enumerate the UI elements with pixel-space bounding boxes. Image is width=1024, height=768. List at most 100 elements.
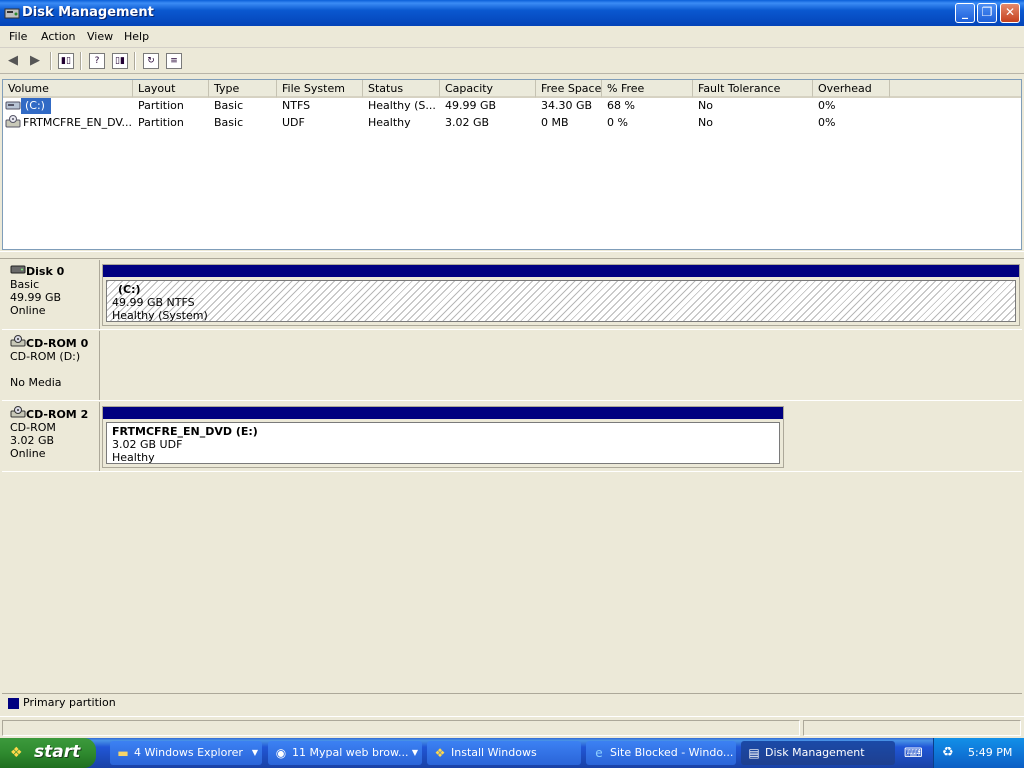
disk-status: Online <box>10 304 46 317</box>
volume-title: (C:) <box>118 283 141 296</box>
disk-name: CD-ROM 2 <box>26 408 89 421</box>
column-header-free-space[interactable]: Free Space <box>536 80 602 98</box>
taskbar-button-mypal[interactable]: ◉ 11 Mypal web brow... ▼ <box>268 741 422 765</box>
menu-help[interactable]: Help <box>124 30 149 43</box>
primary-partition-bar <box>103 265 1019 277</box>
file-system-cell: UDF <box>282 116 305 129</box>
fault-tolerance-cell: No <box>698 116 713 129</box>
restore-button[interactable]: ❐ <box>977 3 997 23</box>
status-pane <box>803 720 1021 736</box>
disk-status: No Media <box>10 376 62 389</box>
show-hide-action-pane-icon[interactable]: ▯▮ <box>112 53 128 69</box>
volume-c[interactable]: (C:) 49.99 GB NTFS Healthy (System) <box>102 264 1020 326</box>
menu-bar: File Action View Help <box>0 26 1024 48</box>
column-header-overhead[interactable]: Overhead <box>813 80 890 98</box>
cd-rom-icon <box>10 335 26 350</box>
clock[interactable]: 5:49 PM <box>968 746 1012 759</box>
status-cell: Healthy <box>368 116 411 129</box>
forward-arrow-icon[interactable]: ▶ <box>26 52 44 70</box>
keyboard-icon[interactable]: ⌨ <box>904 746 923 761</box>
disk-label[interactable]: Disk 0 Basic 49.99 GB Online <box>2 260 100 329</box>
layout-cell: Partition <box>138 116 184 129</box>
column-header-capacity[interactable]: Capacity <box>440 80 536 98</box>
taskbar-button-site-blocked[interactable]: e Site Blocked - Windo... <box>586 741 736 765</box>
task-label: Install Windows <box>451 746 537 759</box>
free-space-cell: 0 MB <box>541 116 569 129</box>
cd-rom-icon <box>10 406 26 421</box>
menu-file[interactable]: File <box>9 30 27 43</box>
group-arrow-icon: ▼ <box>411 748 418 757</box>
free-space-cell: 34.30 GB <box>541 99 593 112</box>
taskbar-button-windows-explorer[interactable]: ▬ 4 Windows Explorer ▼ <box>110 741 262 765</box>
toolbar-separator <box>50 52 52 70</box>
help-icon[interactable]: ≡ <box>166 53 182 69</box>
disk-size: 3.02 GB <box>10 434 55 447</box>
disk-label[interactable]: CD-ROM 2 CD-ROM 3.02 GB Online <box>2 402 100 471</box>
volume-status: Healthy (System) <box>112 309 208 322</box>
menu-view[interactable]: View <box>87 30 113 43</box>
volume-name: (C:) <box>21 98 51 114</box>
disk-type: Basic <box>10 278 40 291</box>
column-header-status[interactable]: Status <box>363 80 440 98</box>
title-bar[interactable]: Disk Management _ ❐ ✕ <box>0 0 1024 26</box>
overhead-cell: 0% <box>818 116 836 129</box>
disk-management-icon <box>4 5 20 21</box>
network-icon[interactable]: ♻ <box>942 745 954 760</box>
legend: Primary partition <box>2 693 1022 711</box>
disk-row-disk-0: Disk 0 Basic 49.99 GB Online (C:) 49.99 … <box>2 260 1022 330</box>
volume-details: (C:) 49.99 GB NTFS Healthy (System) <box>106 280 1016 322</box>
start-button[interactable]: ❖ start <box>0 738 96 768</box>
column-header-layout[interactable]: Layout <box>133 80 209 98</box>
minimize-button[interactable]: _ <box>955 3 975 23</box>
start-label: start <box>34 742 81 762</box>
taskbar: ❖ start ▬ 4 Windows Explorer ▼ ◉ 11 Mypa… <box>0 738 1024 768</box>
taskbar-button-disk-management[interactable]: ▤ Disk Management <box>741 741 895 765</box>
file-system-cell: NTFS <box>282 99 311 112</box>
disk-management-icon: ▤ <box>748 746 760 760</box>
overhead-cell: 0% <box>818 99 836 112</box>
percent-free-cell: 68 % <box>607 99 635 112</box>
column-header-fault-tolerance[interactable]: Fault Tolerance <box>693 80 813 98</box>
fault-tolerance-cell: No <box>698 99 713 112</box>
volume-details: FRTMCFRE_EN_DVD (E:) 3.02 GB UDF Healthy <box>106 422 780 464</box>
properties-icon[interactable]: ? <box>89 53 105 69</box>
primary-partition-bar <box>103 407 783 419</box>
refresh-icon[interactable]: ↻ <box>143 53 159 69</box>
column-header-file-system[interactable]: File System <box>277 80 363 98</box>
primary-partition-swatch <box>8 698 19 709</box>
type-cell: Basic <box>214 99 244 112</box>
close-button[interactable]: ✕ <box>1000 3 1020 23</box>
menu-action[interactable]: Action <box>41 30 75 43</box>
disk-row-cd-rom-0: CD-ROM 0 CD-ROM (D:) No Media <box>2 331 1022 401</box>
volume-e[interactable]: FRTMCFRE_EN_DVD (E:) 3.02 GB UDF Healthy <box>102 406 784 468</box>
volume-size: 3.02 GB UDF <box>112 438 183 451</box>
volume-status: Healthy <box>112 451 155 464</box>
percent-free-cell: 0 % <box>607 116 628 129</box>
system-tray: ♻ 5:49 PM <box>933 738 1024 768</box>
disk-type: CD-ROM <box>10 421 56 434</box>
disk-management-window: Disk Management _ ❐ ✕ File Action View H… <box>0 0 1024 738</box>
volume-name: FRTMCFRE_EN_DV... <box>23 116 131 129</box>
group-arrow-icon: ▼ <box>251 748 258 757</box>
windows-flag-icon: ❖ <box>10 745 23 761</box>
console-tree-icon[interactable]: ▮▯ <box>58 53 74 69</box>
pane-splitter[interactable] <box>0 251 1024 259</box>
task-label: Disk Management <box>765 746 865 759</box>
disk-label[interactable]: CD-ROM 0 CD-ROM (D:) No Media <box>2 331 100 400</box>
disk-row-cd-rom-2: CD-ROM 2 CD-ROM 3.02 GB Online FRTMCFRE_… <box>2 402 1022 472</box>
column-header-percent-free[interactable]: % Free <box>602 80 693 98</box>
task-label: 4 Windows Explorer <box>134 746 243 759</box>
column-header-volume[interactable]: Volume <box>3 80 133 98</box>
volume-list: Volume Layout Type File System Status Ca… <box>2 79 1022 250</box>
toolbar-separator <box>80 52 82 70</box>
legend-label: Primary partition <box>23 696 116 709</box>
browser-icon: ◉ <box>275 746 287 760</box>
disk-name: Disk 0 <box>26 265 65 278</box>
ie-icon: e <box>595 746 603 760</box>
column-header-type[interactable]: Type <box>209 80 277 98</box>
taskbar-button-install-windows[interactable]: ❖ Install Windows <box>427 741 581 765</box>
back-arrow-icon[interactable]: ◀ <box>4 52 22 70</box>
volume-size: 49.99 GB NTFS <box>112 296 195 309</box>
disk-size <box>10 363 91 376</box>
task-label: Site Blocked - Windo... <box>610 746 734 759</box>
